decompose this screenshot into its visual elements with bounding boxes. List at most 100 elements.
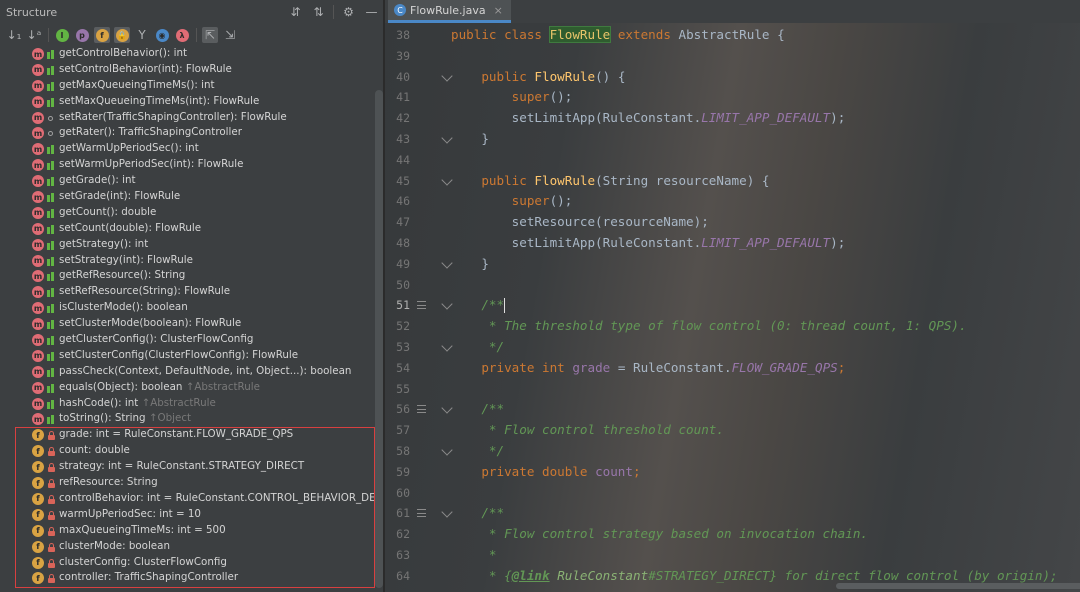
- code-line[interactable]: public class FlowRule extends AbstractRu…: [451, 25, 1076, 46]
- code-line[interactable]: /**: [451, 503, 1076, 524]
- code-line[interactable]: setLimitApp(RuleConstant.LIMIT_APP_DEFAU…: [451, 108, 1076, 129]
- expand-all-icon[interactable]: ⇵: [284, 0, 307, 24]
- private-lock-icon: [46, 557, 56, 569]
- code-line[interactable]: * The threshold type of flow control (0:…: [451, 316, 1076, 337]
- structure-scrollbar[interactable]: [375, 90, 383, 588]
- code-line[interactable]: public FlowRule() {: [451, 67, 1076, 88]
- structure-method-item[interactable]: m setRater(TrafficShapingController): Flo…: [0, 110, 372, 126]
- code-token: * Flow control threshold count.: [451, 422, 724, 438]
- close-icon[interactable]: ×: [494, 4, 503, 17]
- structure-field-item[interactable]: f maxQueueingTimeMs: int = 500: [0, 523, 372, 539]
- line-number: 56: [396, 402, 410, 417]
- structure-method-item[interactable]: m getWarmUpPeriodSec(): int: [0, 141, 372, 157]
- code-line[interactable]: super();: [451, 87, 1076, 108]
- code-line[interactable]: [451, 46, 1076, 67]
- sort-alphabetically-icon[interactable]: ↓ᵃ: [26, 27, 42, 43]
- gutter-line: 41: [385, 87, 440, 108]
- minimize-icon[interactable]: —: [360, 0, 383, 24]
- structure-method-item[interactable]: m setMaxQueueingTimeMs(int): FlowRule: [0, 94, 372, 110]
- structure-field-item[interactable]: f strategy: int = RuleConstant.STRATEGY_D…: [0, 459, 372, 475]
- structure-method-item[interactable]: m setGrade(int): FlowRule: [0, 189, 372, 205]
- structure-method-item[interactable]: m setWarmUpPeriodSec(int): FlowRule: [0, 157, 372, 173]
- structure-method-item[interactable]: m equals(Object): boolean ↑AbstractRule: [0, 380, 372, 396]
- render-doc-icon[interactable]: [417, 509, 426, 518]
- code-line[interactable]: [451, 150, 1076, 171]
- show-properties-icon[interactable]: p: [74, 27, 90, 43]
- structure-method-item[interactable]: m passCheck(Context, DefaultNode, int, Ob…: [0, 364, 372, 380]
- code-line[interactable]: */: [451, 441, 1076, 462]
- structure-field-item[interactable]: f controller: TrafficShapingController: [0, 570, 372, 586]
- structure-method-item[interactable]: m hashCode(): int ↑AbstractRule: [0, 396, 372, 412]
- structure-method-item[interactable]: m getMaxQueueingTimeMs(): int: [0, 78, 372, 94]
- structure-field-item[interactable]: f clusterMode: boolean: [0, 539, 372, 555]
- code-line[interactable]: private double count;: [451, 462, 1076, 483]
- code-token: LIMIT_APP_DEFAULT: [701, 110, 831, 126]
- render-doc-icon[interactable]: [417, 301, 426, 310]
- show-inherited-icon[interactable]: I: [54, 27, 70, 43]
- code-line[interactable]: public FlowRule(String resourceName) {: [451, 171, 1076, 192]
- code-token: setLimitApp(RuleConstant.: [451, 110, 702, 126]
- code-line[interactable]: * Flow control threshold count.: [451, 420, 1076, 441]
- code-line[interactable]: }: [451, 254, 1076, 275]
- structure-method-item[interactable]: m getGrade(): int: [0, 173, 372, 189]
- structure-field-item[interactable]: f controlBehavior: int = RuleConstant.CON…: [0, 491, 383, 507]
- structure-item-label: setRater(TrafficShapingController): Flow…: [59, 110, 287, 123]
- code-line[interactable]: *: [451, 545, 1076, 566]
- structure-method-item[interactable]: m setCount(double): FlowRule: [0, 221, 372, 237]
- structure-item-label: setControlBehavior(int): FlowRule: [59, 62, 232, 75]
- code-line[interactable]: [451, 275, 1076, 296]
- line-gutter: 38 39 40 41 42 43 44 45 46 47 48 49 50 51 52 53 54 55 56 57…: [385, 25, 440, 587]
- code-line[interactable]: /**: [451, 295, 1076, 316]
- settings-gear-icon[interactable]: ⚙: [337, 0, 360, 24]
- code-line[interactable]: */: [451, 337, 1076, 358]
- code-line[interactable]: setLimitApp(RuleConstant.LIMIT_APP_DEFAU…: [451, 233, 1076, 254]
- code-line[interactable]: * Flow control strategy based on invocat…: [451, 524, 1076, 545]
- public-visibility-icon: [46, 207, 56, 219]
- structure-field-item[interactable]: f warmUpPeriodSec: int = 10: [0, 507, 372, 523]
- render-doc-icon[interactable]: [417, 405, 426, 414]
- structure-method-item[interactable]: m setStrategy(int): FlowRule: [0, 253, 372, 269]
- gutter-line: 55: [385, 379, 440, 400]
- show-fields-icon[interactable]: f: [94, 27, 110, 43]
- show-anonymous-icon[interactable]: Y: [134, 27, 150, 43]
- code-line[interactable]: }: [451, 129, 1076, 150]
- code-line[interactable]: private int grade = RuleConstant.FLOW_GR…: [451, 358, 1076, 379]
- structure-method-item[interactable]: m isClusterMode(): boolean: [0, 300, 372, 316]
- structure-method-item[interactable]: m setClusterMode(boolean): FlowRule: [0, 316, 372, 332]
- tab-flowrule-java[interactable]: C FlowRule.java ×: [388, 0, 511, 23]
- code-line[interactable]: /**: [451, 399, 1076, 420]
- horizontal-scrollbar[interactable]: [836, 583, 1080, 589]
- collapse-all-icon[interactable]: ⇅: [307, 0, 330, 24]
- line-number: 45: [396, 173, 410, 188]
- code-line[interactable]: [451, 379, 1076, 400]
- structure-method-item[interactable]: m getClusterConfig(): ClusterFlowConfig: [0, 332, 372, 348]
- structure-method-item[interactable]: m toString(): String ↑Object: [0, 411, 372, 427]
- structure-field-item[interactable]: f clusterConfig: ClusterFlowConfig: [0, 555, 372, 571]
- structure-item-label: getMaxQueueingTimeMs(): int: [59, 78, 215, 91]
- autoscroll-from-source-icon[interactable]: ⇲: [222, 27, 238, 43]
- code-token: /**: [451, 297, 505, 313]
- structure-method-item[interactable]: m setRefResource(String): FlowRule: [0, 284, 372, 300]
- code-line[interactable]: super();: [451, 191, 1076, 212]
- show-lambdas-icon[interactable]: ◉: [154, 27, 170, 43]
- sort-by-visibility-icon[interactable]: ↓₁: [6, 27, 22, 43]
- line-number: 42: [396, 111, 410, 126]
- code-area[interactable]: public class FlowRule extends AbstractRu…: [451, 25, 1076, 587]
- structure-method-item[interactable]: m setControlBehavior(int): FlowRule: [0, 62, 372, 78]
- structure-method-item[interactable]: m getRefResource(): String: [0, 268, 372, 284]
- field-icon: f: [32, 492, 44, 505]
- autoscroll-to-source-icon[interactable]: ⇱: [202, 27, 218, 43]
- code-token: ();: [549, 193, 573, 209]
- structure-field-item[interactable]: f grade: int = RuleConstant.FLOW_GRADE_QP…: [0, 427, 372, 443]
- show-non-public-icon[interactable]: 🔒: [114, 27, 130, 43]
- structure-method-item[interactable]: m getRater(): TrafficShapingController: [0, 125, 372, 141]
- structure-field-item[interactable]: f count: double: [0, 443, 372, 459]
- code-line[interactable]: [451, 483, 1076, 504]
- code-line[interactable]: setResource(resourceName);: [451, 212, 1076, 233]
- structure-method-item[interactable]: m getStrategy(): int: [0, 237, 372, 253]
- structure-method-item[interactable]: m setClusterConfig(ClusterFlowConfig): Fl…: [0, 348, 372, 364]
- structure-method-item[interactable]: m getCount(): double: [0, 205, 372, 221]
- structure-field-item[interactable]: f refResource: String: [0, 475, 372, 491]
- show-lambda-icon[interactable]: λ: [174, 27, 190, 43]
- structure-method-item[interactable]: m getControlBehavior(): int: [0, 46, 372, 62]
